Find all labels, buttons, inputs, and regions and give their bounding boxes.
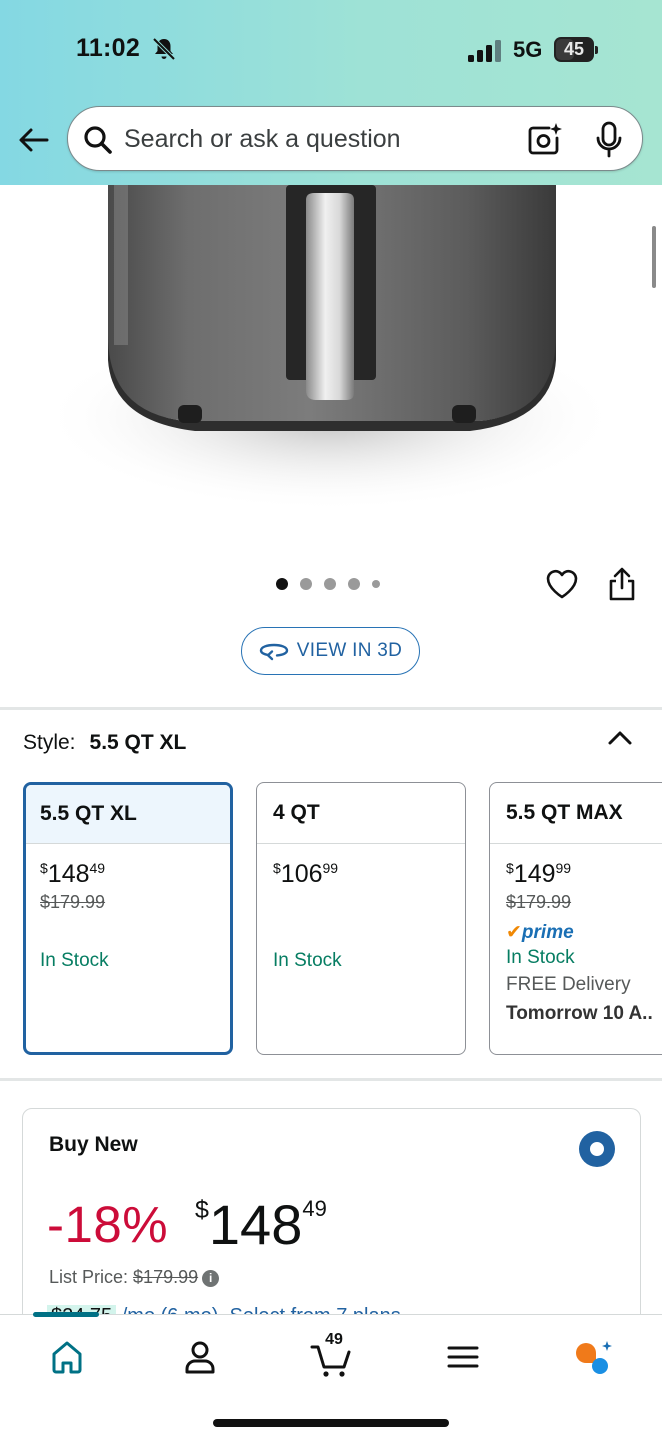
selected-style: 5.5 QT XL [89,731,187,754]
buy-new-list-price: List Price: $179.99 i [49,1267,220,1288]
account-icon[interactable] [180,1337,220,1377]
style-option-stock: In Stock [506,947,575,968]
buy-new-price: $14849 [195,1193,327,1256]
style-option-list-price: $179.99 [506,892,572,912]
header: 11:02 5G 45 Search or ask a question [0,0,662,185]
rufus-icon[interactable] [572,1337,616,1381]
style-label-text: Style: [23,731,76,754]
cellular-signal-icon [468,40,501,62]
share-icon[interactable] [606,566,638,602]
view-in-3d-button[interactable]: VIEW IN 3D [241,627,420,675]
carousel-dot[interactable] [372,580,380,588]
heart-icon[interactable] [544,566,580,602]
style-option-price: $14999 [506,860,572,888]
home-icon[interactable] [47,1337,87,1377]
discount-percent: -18% [47,1196,169,1253]
battery-icon: 45 [554,37,598,62]
style-option-list-price [273,892,465,917]
search-input[interactable]: Search or ask a question [124,125,401,154]
info-icon[interactable]: i [202,1270,220,1287]
back-arrow-icon[interactable] [16,122,52,158]
style-option-name: 4 QT [257,783,465,844]
section-divider [0,1078,662,1081]
nav-active-indicator [33,1312,99,1317]
style-option-5-5-qt-xl[interactable]: 5.5 QT XL $14849 $179.99 In Stock [23,782,233,1055]
carousel-dot[interactable] [348,578,360,590]
carousel-dot[interactable] [276,578,288,590]
rotate-3d-icon [259,643,288,661]
style-option-name: 5.5 QT MAX [490,783,662,844]
menu-icon[interactable] [443,1337,483,1377]
carousel-dot[interactable] [324,578,336,590]
camera-lens-icon[interactable] [527,122,563,156]
battery-level: 45 [563,39,585,59]
home-indicator[interactable] [213,1419,449,1427]
product-image[interactable] [0,185,662,545]
section-divider [0,707,662,710]
view-in-3d-label: VIEW IN 3D [296,640,403,661]
style-option-delivery: FREE Delivery [506,974,631,995]
search-bar[interactable]: Search or ask a question [67,106,643,171]
style-option-stock: In Stock [40,950,109,971]
carousel-dots[interactable] [276,577,380,591]
prime-check-icon: ✔ [506,922,522,943]
microphone-icon[interactable] [595,121,623,159]
status-time: 11:02 [76,34,141,62]
bell-off-icon [152,37,176,61]
style-option-list-price: $179.99 [40,892,106,912]
scroll-indicator[interactable] [652,226,656,288]
style-option-delivery-date: Tomorrow 10 A.. [506,1003,653,1024]
buy-new-title: Buy New [49,1133,138,1156]
style-option-price: $14849 [40,860,106,888]
style-option-5-5-qt-max[interactable]: 5.5 QT MAX $14999 $179.99 ✔prime In Stoc… [489,782,662,1055]
network-type: 5G [513,37,543,62]
search-icon [84,126,112,154]
style-option-stock: In Stock [273,950,342,971]
style-label: Style: 5.5 QT XL [23,731,186,755]
bottom-navigation: 49 [0,1312,662,1440]
style-option-4-qt[interactable]: 4 QT $10699 In Stock [256,782,466,1055]
style-option-price: $10699 [273,860,339,888]
prime-badge: ✔prime [506,922,574,943]
buy-new-radio[interactable] [579,1131,615,1167]
cart-count: 49 [325,1331,343,1348]
cart-button[interactable]: 49 [310,1331,354,1381]
chevron-up-icon[interactable] [606,727,634,749]
carousel-dot[interactable] [300,578,312,590]
style-option-name: 5.5 QT XL [26,785,230,844]
